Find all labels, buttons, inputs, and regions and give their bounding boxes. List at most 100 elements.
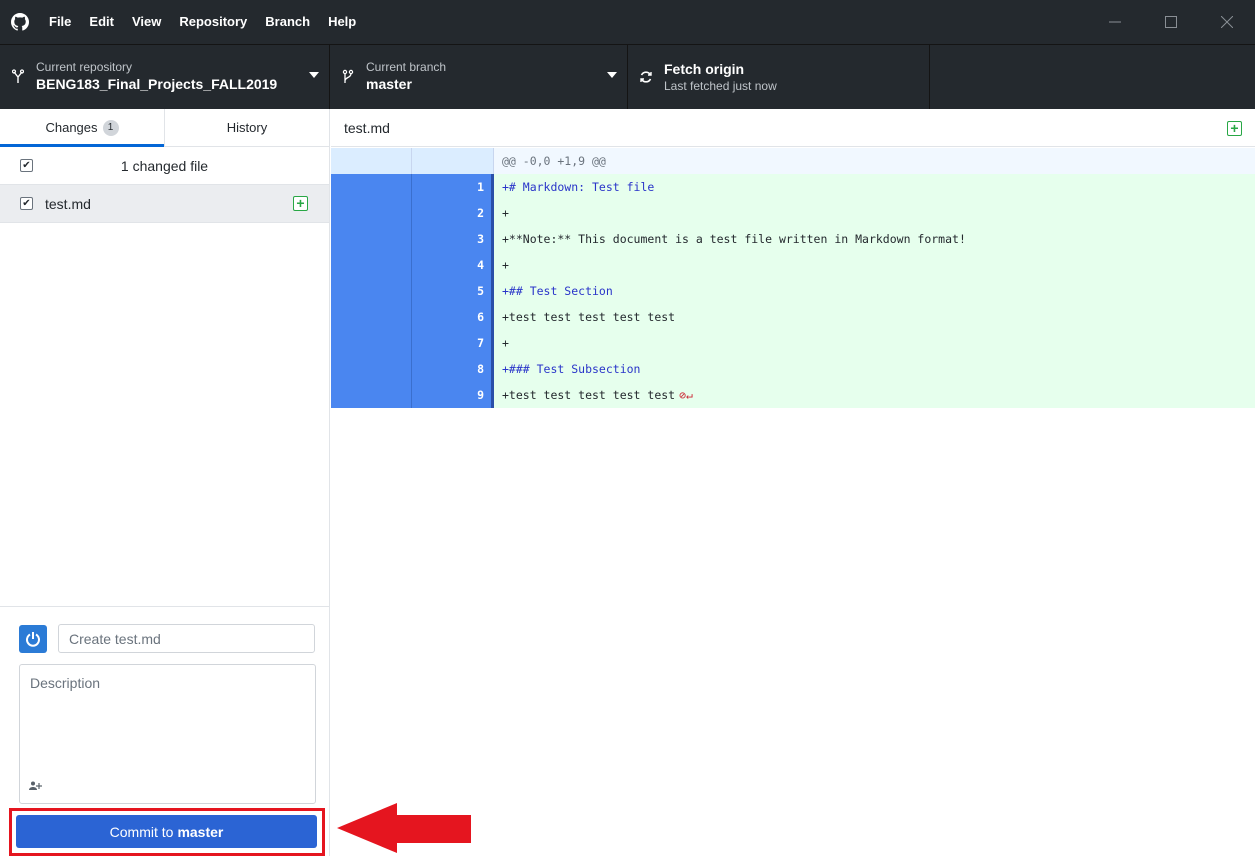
- current-branch-label: Current branch: [366, 60, 447, 74]
- menu-repository[interactable]: Repository: [170, 0, 256, 44]
- diff-line[interactable]: 6 +test test test test test: [331, 304, 1255, 330]
- current-branch-button[interactable]: Current branch master: [330, 45, 628, 109]
- commit-button-branch: master: [177, 823, 224, 840]
- file-list-item[interactable]: ✔ test.md +: [0, 185, 329, 223]
- commit-summary-input[interactable]: [58, 624, 315, 653]
- menu-help[interactable]: Help: [319, 0, 365, 44]
- line-content: +## Test Section: [502, 284, 613, 298]
- current-repository-label: Current repository: [36, 60, 133, 74]
- current-repository-name: BENG183_Final_Projects_FALL2019: [36, 76, 278, 92]
- window-controls: [1087, 0, 1255, 44]
- last-fetched-text: Last fetched just now: [664, 79, 777, 93]
- diff-line-text: +**Note:** This document is a test file …: [494, 226, 1255, 252]
- line-number[interactable]: 2: [412, 200, 494, 226]
- changed-files-count: 1 changed file: [120, 157, 209, 174]
- diff-line[interactable]: 5 +## Test Section: [331, 278, 1255, 304]
- diff-line-text: +: [494, 330, 1255, 356]
- maximize-icon: [1165, 16, 1177, 28]
- file-added-icon: +: [1227, 121, 1242, 136]
- menu-bar: File Edit View Repository Branch Help: [40, 0, 365, 44]
- file-added-icon: +: [293, 196, 308, 211]
- diff-line[interactable]: 3 +**Note:** This document is a test file…: [331, 226, 1255, 252]
- line-number[interactable]: 9: [412, 382, 494, 408]
- diff-line-text: +: [494, 200, 1255, 226]
- toolbar: Current repository BENG183_Final_Project…: [0, 44, 1255, 109]
- line-number[interactable]: 6: [412, 304, 494, 330]
- diff-line[interactable]: 1 +# Markdown: Test file: [331, 174, 1255, 200]
- fetch-origin-title: Fetch origin: [664, 61, 745, 77]
- commit-description-input[interactable]: [20, 665, 315, 775]
- old-line-gutter[interactable]: [331, 278, 412, 304]
- sidebar: Changes 1 History ✔ 1 changed file ✔ tes…: [0, 109, 330, 856]
- line-number[interactable]: 1: [412, 174, 494, 200]
- menu-view[interactable]: View: [123, 0, 170, 44]
- commit-button-prefix: Commit to: [109, 823, 174, 840]
- line-number[interactable]: 7: [412, 330, 494, 356]
- caret-down-icon: [607, 72, 617, 78]
- close-icon: [1221, 16, 1233, 28]
- title-bar: File Edit View Repository Branch Help: [0, 0, 1255, 44]
- diff-line[interactable]: 4 +: [331, 252, 1255, 278]
- diff-line[interactable]: 8 +### Test Subsection: [331, 356, 1255, 382]
- line-content: +: [502, 336, 509, 350]
- old-line-gutter[interactable]: [331, 252, 412, 278]
- old-line-gutter[interactable]: [331, 174, 412, 200]
- old-line-gutter[interactable]: [331, 356, 412, 382]
- diff-line[interactable]: 9 +test test test test test ⊘↵: [331, 382, 1255, 408]
- menu-edit[interactable]: Edit: [80, 0, 123, 44]
- no-newline-icon: ⊘↵: [679, 388, 693, 402]
- fetch-origin-button[interactable]: Fetch origin Last fetched just now: [628, 45, 930, 109]
- old-line-gutter[interactable]: [331, 226, 412, 252]
- power-icon: [26, 631, 40, 647]
- caret-down-icon: [309, 72, 319, 78]
- close-window-button[interactable]: [1199, 0, 1255, 44]
- line-number[interactable]: 5: [412, 278, 494, 304]
- line-number[interactable]: 4: [412, 252, 494, 278]
- line-content: +### Test Subsection: [502, 362, 641, 376]
- branch-icon: [330, 69, 366, 85]
- line-content: +test test test test test: [502, 310, 676, 324]
- line-content: +: [502, 206, 509, 220]
- line-number[interactable]: 3: [412, 226, 494, 252]
- tab-history-label: History: [226, 120, 268, 135]
- commit-button[interactable]: Commit to master: [16, 815, 317, 848]
- menu-branch[interactable]: Branch: [256, 0, 319, 44]
- diff-file-name: test.md: [344, 119, 390, 136]
- diff-line-text: +# Markdown: Test file: [494, 174, 1255, 200]
- avatar: [19, 624, 47, 653]
- line-number[interactable]: 8: [412, 356, 494, 382]
- diff-line-text: +## Test Section: [494, 278, 1255, 304]
- sync-icon: [628, 70, 664, 84]
- diff-line[interactable]: 7 +: [331, 330, 1255, 356]
- maximize-button[interactable]: [1143, 0, 1199, 44]
- line-content: +**Note:** This document is a test file …: [502, 232, 966, 246]
- add-coauthor-icon[interactable]: [29, 781, 43, 794]
- old-line-gutter[interactable]: [331, 330, 412, 356]
- old-line-gutter[interactable]: [331, 304, 412, 330]
- minimize-icon: [1109, 21, 1121, 23]
- menu-file[interactable]: File: [40, 0, 80, 44]
- red-arrow-annotation: [337, 803, 471, 853]
- sidebar-tabs: Changes 1 History: [0, 109, 329, 147]
- tab-history[interactable]: History: [164, 109, 329, 146]
- line-content: +# Markdown: Test file: [502, 180, 655, 194]
- diff-line-text: +### Test Subsection: [494, 356, 1255, 382]
- old-line-gutter[interactable]: [331, 200, 412, 226]
- current-repository-button[interactable]: Current repository BENG183_Final_Project…: [0, 45, 330, 109]
- diff-view: @@ -0,0 +1,9 @@ 1 +# Markdown: Test file 2…: [331, 148, 1255, 408]
- file-include-checkbox[interactable]: ✔: [20, 197, 33, 210]
- changes-count-badge: 1: [102, 119, 119, 136]
- line-content: +: [502, 258, 509, 272]
- file-name: test.md: [45, 195, 91, 212]
- changed-files-header: ✔ 1 changed file: [0, 147, 329, 185]
- hunk-text: @@ -0,0 +1,9 @@: [494, 148, 1255, 174]
- diff-line-text: +test test test test test ⊘↵: [494, 382, 1255, 408]
- tab-changes[interactable]: Changes 1: [0, 109, 164, 147]
- commit-button-highlight: Commit to master: [9, 808, 325, 856]
- diff-line[interactable]: 2 +: [331, 200, 1255, 226]
- tab-changes-label: Changes: [45, 120, 98, 135]
- diff-file-header: test.md +: [331, 109, 1255, 147]
- minimize-button[interactable]: [1087, 0, 1143, 44]
- old-line-gutter[interactable]: [331, 382, 412, 408]
- repository-icon: [0, 69, 36, 85]
